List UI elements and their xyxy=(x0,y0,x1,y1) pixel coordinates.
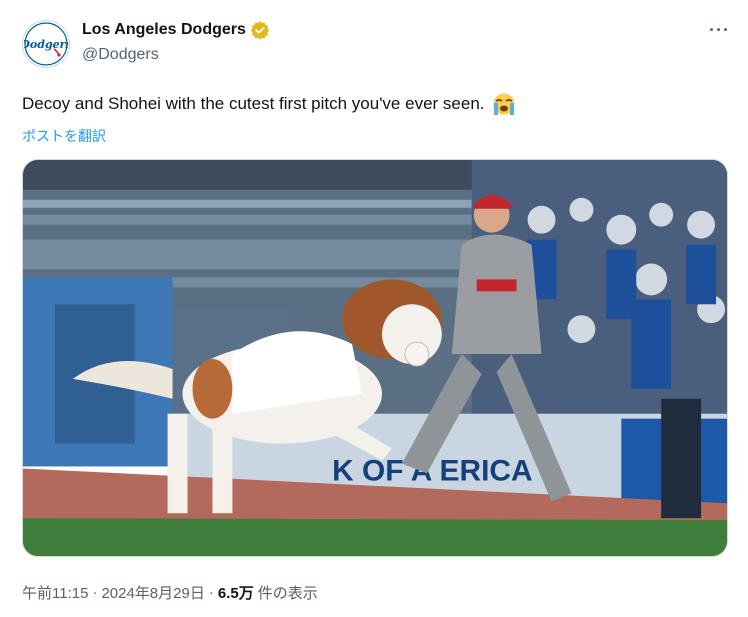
more-options-icon[interactable]: ··· xyxy=(709,20,730,41)
meta-separator: · xyxy=(92,584,98,601)
views-label: 件の表示 xyxy=(257,585,318,602)
video-thumbnail[interactable]: K OF A ERICA xyxy=(22,159,728,557)
video-thumbnail-icon: K OF A ERICA xyxy=(23,160,727,556)
account-avatar[interactable]: Dodgers xyxy=(22,20,70,68)
tweet-text: Decoy and Shohei with the cutest first p… xyxy=(22,92,517,116)
post-meta: 午前11:15 · 2024年8月29日 · 6.5万 件の表示 xyxy=(22,582,318,603)
svg-text:Dodgers: Dodgers xyxy=(24,38,68,51)
display-name[interactable]: Los Angeles Dodgers xyxy=(82,21,246,39)
tweet-card: Dodgers Los Angeles Dodgers @Dodgers ···… xyxy=(0,0,748,617)
account-handle[interactable]: @Dodgers xyxy=(82,46,159,64)
post-time[interactable]: 午前11:15 xyxy=(22,582,88,603)
meta-separator: · xyxy=(208,584,214,601)
dodgers-logo-icon: Dodgers xyxy=(24,22,68,66)
loudly-crying-face-icon xyxy=(493,93,514,115)
tweet-body: Decoy and Shohei with the cutest first p… xyxy=(22,94,485,113)
translate-post-link[interactable]: ポストを翻訳 xyxy=(22,126,106,146)
post-date[interactable]: 2024年8月29日 xyxy=(101,582,204,603)
gold-verified-badge-icon xyxy=(250,21,270,40)
views-count[interactable]: 6.5万 xyxy=(218,582,254,603)
name-row: Los Angeles Dodgers xyxy=(82,20,270,40)
